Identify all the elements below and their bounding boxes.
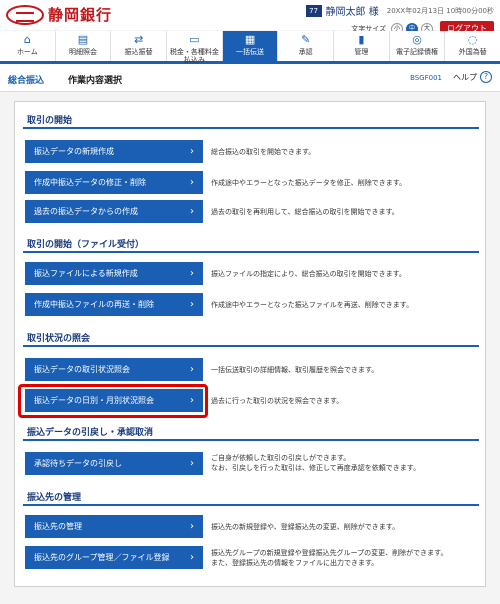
button-label: 振込ファイルによる新規作成 [34,269,138,278]
page-title: 作業内容選択 [68,76,123,86]
button-label: 過去の振込データからの作成 [34,207,138,216]
nav-label: 承認 [298,48,313,56]
row-description: 過去に行った取引の状況を照会できます。 [211,397,344,405]
section-title: 振込先の管理 [27,493,82,503]
row-description-line: ご自身が依頼した取引の引戻しができます。 [211,454,351,462]
button-label: 作成中振込データの修正・削除 [34,178,146,187]
row-description-line: 振込先グループの新規登録や登録振込先グループの変更、削除ができます。 [211,549,448,557]
nav-label: 管理 [354,48,369,56]
screen-id: BSGF001 [410,74,442,82]
transaction-status-inquiry-button[interactable]: 振込データの取引状況照会 › [25,358,203,381]
chevron-right-icon: › [190,552,194,563]
nav-item-batch[interactable]: ▦ 一括伝送 [222,31,279,61]
nav-item-statement[interactable]: ▤ 明細照会 [56,31,112,61]
row-description: 作成途中やエラーとなった振込ファイルを再送、削除できます。 [211,301,414,309]
home-icon: ⌂ [23,33,31,46]
button-label: 振込先の管理 [34,522,82,531]
bank-name: 静岡銀行 [48,6,113,24]
menu-panel: 取引の開始 振込データの新規作成 › 総合振込の取引を開始できます。 作成中振込… [14,101,486,587]
statement-icon: ▤ [77,33,89,46]
nav-item-erecord[interactable]: ◎ 電子記録債権 [390,31,446,61]
bank-logo[interactable]: 静岡銀行 [6,4,112,25]
section-title: 取引の開始（ファイル受付） [27,240,145,250]
nav-label: ホーム [16,48,38,56]
chevron-right-icon: › [190,395,194,406]
nav-label: 振込振替 [124,48,153,56]
row-description: 作成途中やエラーとなった振込データを修正、削除できます。 [211,179,407,187]
chevron-right-icon: › [190,521,194,532]
nav-item-approve[interactable]: ✎ 承認 [278,31,335,61]
nav-item-admin[interactable]: ▮ 管理 [334,31,390,61]
nav-item-transfer[interactable]: ⇄ 振込振替 [111,31,168,61]
chevron-right-icon: › [190,268,194,279]
row-description: ご自身が依頼した取引の引戻しができます。 なお、引戻しを行った取引は、修正して再… [211,453,475,473]
payee-group-file-button[interactable]: 振込先のグループ管理／ファイル登録 › [25,546,203,569]
chevron-right-icon: › [190,364,194,375]
new-transfer-data-button[interactable]: 振込データの新規作成 › [25,140,203,163]
button-label: 振込先のグループ管理／ファイル登録 [34,553,170,562]
forex-icon: ◌ [467,33,478,46]
row-description: 振込ファイルの指定により、総合振込の取引を開始できます。 [211,270,406,278]
transfer-icon: ⇄ [134,33,144,46]
row-description: 振込先の新規登録や、登録振込先の変更、削除ができます。 [211,523,400,531]
nav-label: 明細照会 [69,48,97,56]
row-description-line: また、登録振込先の情報をファイルに出力できます。 [211,559,379,567]
row-description-line: なお、引戻しを行った取引は、修正して再度承認を依頼できます。 [211,464,421,472]
row-description: 過去の取引を再利用して、総合振込の取引を開始できます。 [211,208,399,216]
header: 静岡銀行 77 静岡太郎 様 20XX年02月13日 10時00分00秒 文字サ… [0,0,500,36]
section-divider [23,504,479,506]
nav-label: 電子記録債権 [396,48,439,56]
payee-management-button[interactable]: 振込先の管理 › [25,515,203,538]
nav-label: 一括伝送 [236,48,265,56]
help-label: ヘルプ [453,72,477,82]
chevron-right-icon: › [190,299,194,310]
bank-logo-icon [6,4,44,25]
batch-icon: ▦ [244,33,256,46]
resend-draft-file-button[interactable]: 作成中振込ファイルの再送・削除 › [25,293,203,316]
user-name: 静岡太郎 様 [325,7,379,18]
section-divider [23,251,479,253]
edit-draft-data-button[interactable]: 作成中振込データの修正・削除 › [25,171,203,194]
section-title: 振込データの引戻し・承認取消 [27,428,154,438]
nav-item-home[interactable]: ⌂ ホーム [0,31,56,61]
login-time: 20XX年02月13日 10時00分00秒 [386,6,494,15]
help-icon: ? [480,71,492,83]
row-description: 振込先グループの新規登録や登録振込先グループの変更、削除ができます。 また、登録… [211,548,475,568]
button-label: 振込データの新規作成 [34,147,114,156]
page-header: 総合振込 作業内容選択 BSGF001 ヘルプ ? [0,64,500,92]
button-label: 作成中振込ファイルの再送・削除 [34,300,154,309]
section-divider [23,127,479,129]
recall-pending-data-button[interactable]: 承認待ちデータの引戻し › [25,452,203,475]
section-title: 取引状況の照会 [27,334,91,344]
nav-label: 外国為替 [458,48,487,56]
chevron-right-icon: › [190,458,194,469]
chevron-right-icon: › [190,177,194,188]
button-label: 振込データの取引状況照会 [34,365,130,374]
button-label: 振込データの日別・月別状況照会 [34,396,154,405]
nav-label: 税金・各種料金払込み [169,48,219,64]
chevron-right-icon: › [190,146,194,157]
daily-monthly-status-inquiry-button[interactable]: 振込データの日別・月別状況照会 › [25,389,203,412]
row-description: 一括伝送取引の詳細情報、取引履歴を照会できます。 [211,366,379,374]
user-badge-icon: 77 [305,4,322,17]
section-divider [23,345,479,347]
breadcrumb-section: 総合振込 [8,76,45,86]
tax-icon: ▭ [189,33,200,46]
new-from-file-button[interactable]: 振込ファイルによる新規作成 › [25,262,203,285]
help-link[interactable]: ヘルプ ? [453,71,492,83]
admin-icon: ▮ [358,33,365,46]
chevron-right-icon: › [190,206,194,217]
global-nav: ⌂ ホーム ▤ 明細照会 ⇄ 振込振替 ▭ 税金・各種料金払込み ▦ 一括伝送 … [0,31,500,64]
erecord-icon: ◎ [412,33,422,46]
row-description: 総合振込の取引を開始できます。 [211,148,316,156]
create-from-past-data-button[interactable]: 過去の振込データからの作成 › [25,200,203,223]
section-divider [23,439,479,441]
button-label: 承認待ちデータの引戻し [34,459,122,468]
nav-item-tax[interactable]: ▭ 税金・各種料金払込み [167,31,223,64]
nav-item-forex[interactable]: ◌ 外国為替 [445,31,500,61]
section-title: 取引の開始 [27,116,73,126]
approve-icon: ✎ [301,33,311,46]
